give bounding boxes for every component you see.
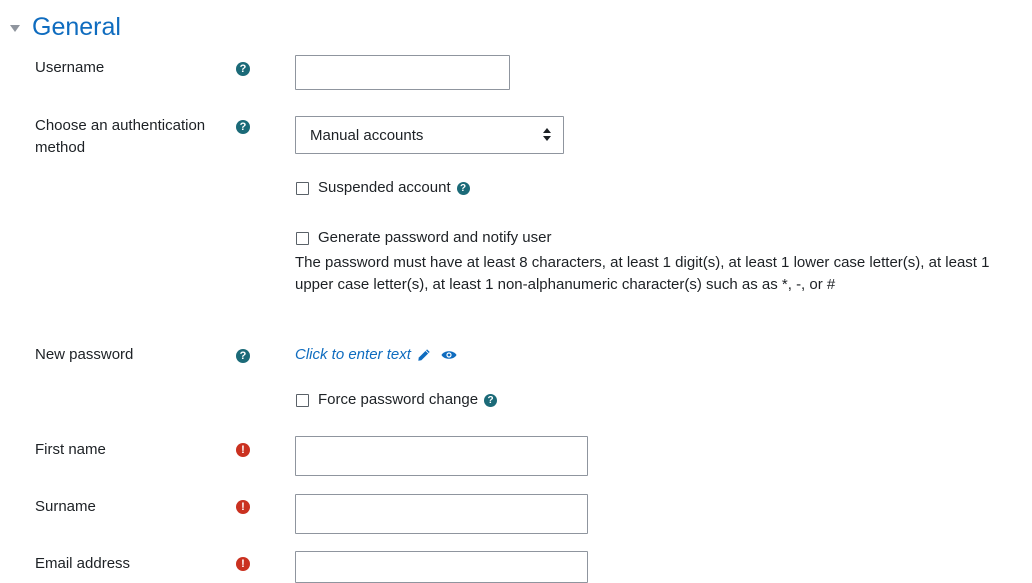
pencil-icon[interactable] (417, 348, 431, 362)
username-label: Username (35, 59, 105, 76)
auth-method-label-line1: Choose an authentication (35, 117, 206, 134)
new-password-edit-link[interactable]: Click to enter text (295, 346, 411, 363)
section-title: General (32, 13, 121, 41)
eye-icon[interactable] (441, 349, 457, 361)
first-name-required-icon: ! (236, 443, 250, 457)
force-password-change-checkbox[interactable] (296, 393, 309, 407)
new-password-help-icon[interactable]: ? (236, 349, 250, 363)
surname-label: Surname (35, 498, 96, 515)
new-password-label: New password (35, 346, 134, 363)
first-name-input[interactable] (295, 436, 588, 476)
generate-password-checkbox[interactable] (296, 231, 309, 245)
auth-method-help-icon[interactable]: ? (236, 120, 250, 134)
email-required-icon: ! (236, 557, 250, 571)
suspended-account-label: Suspended account (318, 179, 451, 196)
force-password-change-help-icon[interactable]: ? (484, 393, 498, 407)
password-policy-note: The password must have at least 8 charac… (295, 254, 990, 293)
username-help-icon[interactable]: ? (236, 62, 250, 76)
auth-method-label-line2: method (35, 139, 86, 156)
force-password-change-row: Force password change ? (296, 390, 498, 410)
suspended-account-checkbox[interactable] (296, 181, 309, 195)
select-sort-arrows-icon (543, 128, 551, 142)
collapse-caret-icon (10, 24, 20, 32)
generate-password-row: Generate password and notify user (296, 228, 551, 248)
first-name-label: First name (35, 441, 106, 458)
generate-password-label: Generate password and notify user (318, 229, 552, 246)
username-input[interactable] (295, 55, 510, 90)
auth-method-select[interactable]: Manual accounts (295, 116, 564, 154)
suspended-account-help-icon[interactable]: ? (456, 181, 470, 195)
suspended-account-row: Suspended account ? (296, 178, 470, 198)
new-password-inplace-editor: Click to enter text (295, 346, 457, 363)
auth-method-label: Choose an authentication method (35, 115, 205, 159)
email-label: Email address (35, 555, 131, 572)
force-password-change-label: Force password change (318, 391, 479, 408)
general-section-toggle[interactable]: General (10, 12, 121, 42)
surname-required-icon: ! (236, 500, 250, 514)
email-input[interactable] (295, 551, 588, 583)
auth-method-selected-value: Manual accounts (310, 126, 424, 144)
surname-input[interactable] (295, 494, 588, 534)
